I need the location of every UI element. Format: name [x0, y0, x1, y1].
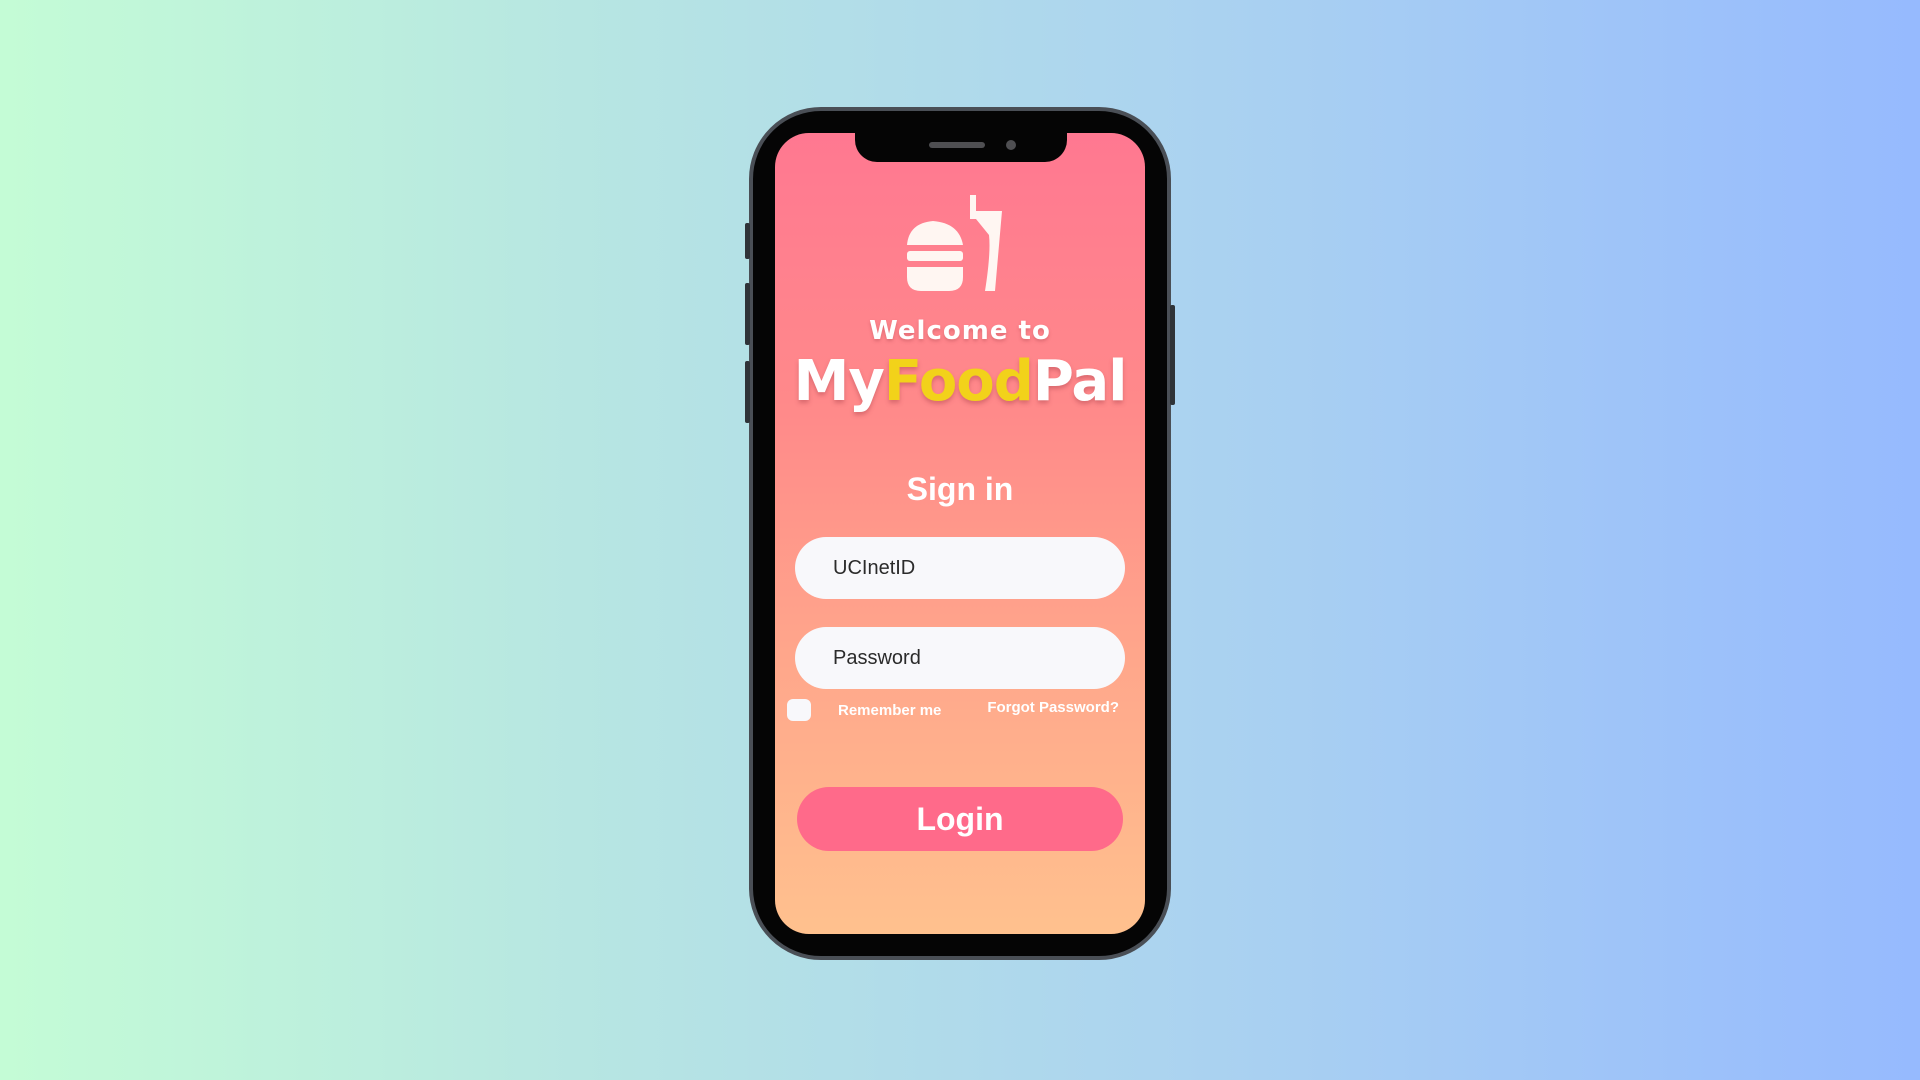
app-brand-title: MyFoodPal — [775, 349, 1145, 414]
speaker-grille — [929, 142, 985, 148]
login-button[interactable]: Login — [797, 787, 1123, 851]
brand-part-my: My — [793, 349, 885, 414]
mute-switch — [745, 223, 750, 259]
volume-down-button — [745, 361, 750, 423]
sign-in-heading: Sign in — [906, 471, 1014, 507]
burger-drink-icon — [907, 195, 1002, 291]
forgot-password-link[interactable]: Forgot Password? — [987, 699, 1119, 716]
power-button — [1170, 305, 1175, 405]
remember-me-checkbox[interactable] — [787, 699, 811, 721]
remember-me-row: Remember me — [787, 699, 941, 721]
front-camera — [1006, 140, 1016, 150]
brand-part-food: Food — [883, 349, 1034, 414]
phone-frame: Welcome to MyFoodPal Sign in Remember me… — [745, 107, 1175, 960]
notch — [855, 133, 1067, 162]
password-input[interactable] — [795, 627, 1125, 689]
brand-part-pal: Pal — [1032, 349, 1128, 414]
remember-me-label[interactable]: Remember me — [838, 702, 941, 719]
volume-up-button — [745, 283, 750, 345]
ucinetid-input[interactable] — [795, 537, 1125, 599]
app-screen: Welcome to MyFoodPal Sign in Remember me… — [775, 133, 1145, 934]
welcome-text: Welcome to — [869, 316, 1051, 346]
